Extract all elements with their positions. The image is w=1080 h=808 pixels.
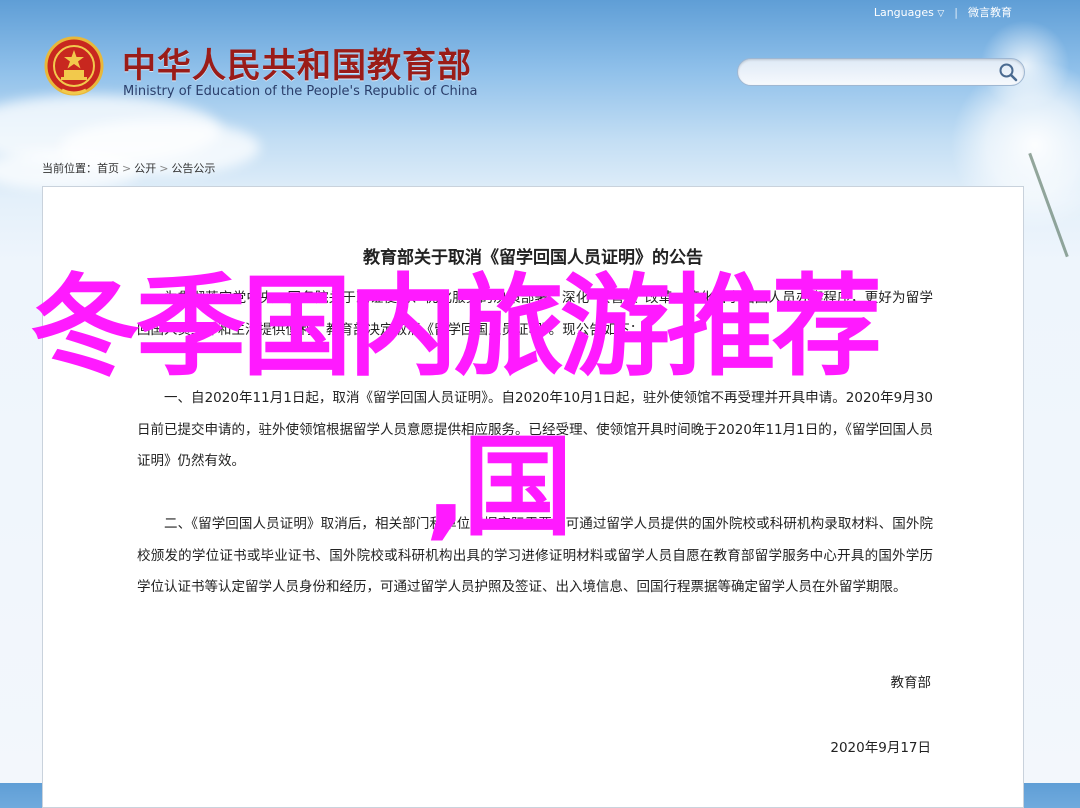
- national-emblem-icon[interactable]: [44, 36, 104, 98]
- languages-menu[interactable]: Languages ▽: [874, 6, 944, 19]
- site-subtitle: Ministry of Education of the People's Re…: [123, 84, 478, 99]
- breadcrumb-announcements-link[interactable]: 公告公示: [171, 162, 215, 175]
- chevron-down-icon: ▽: [937, 8, 945, 19]
- languages-label: Languages: [873, 5, 934, 19]
- overlay-headline: 冬季国内旅游推荐: [30, 263, 882, 391]
- breadcrumb-separator: >: [159, 162, 169, 175]
- breadcrumb-prefix: 当前位置：: [42, 162, 97, 175]
- search-input[interactable]: [750, 62, 994, 82]
- weibo-link[interactable]: 微言教育: [968, 4, 1012, 20]
- search-box: [737, 58, 1025, 86]
- search-icon[interactable]: [998, 62, 1018, 82]
- breadcrumb-separator: >: [122, 162, 132, 175]
- document-date: 2020年9月17日: [830, 740, 931, 756]
- breadcrumb-home-link[interactable]: 首页: [97, 162, 119, 175]
- document-signer: 教育部: [890, 675, 932, 691]
- breadcrumb-public-link[interactable]: 公开: [134, 162, 156, 175]
- top-links: Languages ▽ | 微言教育: [874, 4, 1012, 20]
- site-title: 中华人民共和国教育部: [122, 46, 472, 86]
- breadcrumb: 当前位置：首页 > 公开 > 公告公示: [42, 160, 215, 176]
- overlay-headline-secondary: ,国: [425, 423, 573, 551]
- divider: |: [954, 5, 958, 19]
